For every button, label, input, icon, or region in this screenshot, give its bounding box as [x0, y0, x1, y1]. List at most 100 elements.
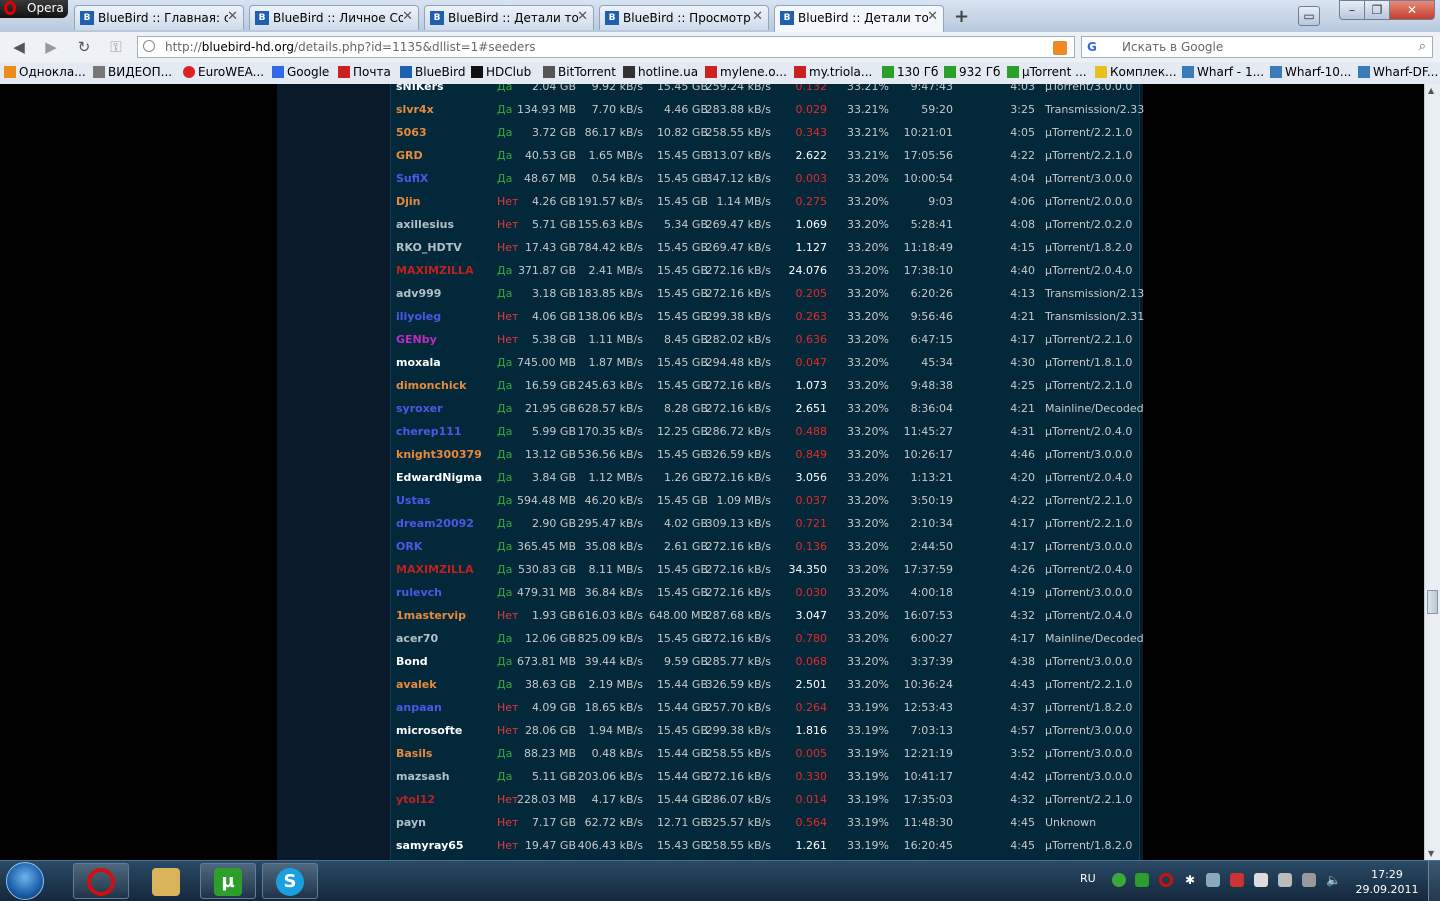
peer-username[interactable]: iliyoleg [396, 310, 441, 323]
bookmark-odnoklassniki[interactable]: Однокла... [4, 65, 86, 79]
peer-username[interactable]: anpaan [396, 701, 442, 714]
bookmark-mylene[interactable]: mylene.o... [705, 65, 787, 79]
peer-username[interactable]: ytol12 [396, 793, 435, 806]
taskbar-explorer[interactable] [138, 863, 194, 899]
bookmark-bluebird[interactable]: BlueBird [400, 65, 465, 79]
restore-button[interactable]: ❐ [1364, 0, 1390, 20]
taskbar-skype[interactable]: S [262, 863, 318, 899]
peer-username[interactable]: 5063 [396, 126, 427, 139]
close-tab-icon[interactable]: ✕ [927, 9, 938, 24]
peer-username[interactable]: ORK [396, 540, 422, 553]
bookmark-wharf-1[interactable]: Wharf - 1... [1182, 65, 1264, 79]
peer-username[interactable]: sNIKers [396, 84, 444, 93]
peer-ratio: 3.047 [795, 609, 828, 622]
tab-3[interactable]: B BlueBird :: Детали тор... ✕ [424, 5, 594, 30]
peer-username[interactable]: adv999 [396, 287, 441, 300]
peer-username[interactable]: slvr4x [396, 103, 434, 116]
close-tab-icon[interactable]: ✕ [752, 9, 763, 24]
tray-opera-icon[interactable] [1159, 873, 1173, 887]
bookmark-komplekt[interactable]: Комплек... [1095, 65, 1177, 79]
system-clock[interactable]: 17:29 29.09.2011 [1352, 867, 1422, 897]
close-tab-icon[interactable]: ✕ [577, 9, 588, 24]
peer-username[interactable]: RKO_HDTV [396, 241, 462, 254]
close-window-button[interactable]: ✕ [1389, 0, 1435, 20]
scroll-thumb[interactable] [1427, 590, 1438, 614]
tab-2[interactable]: B BlueBird :: Личное Соо... ✕ [249, 5, 419, 30]
peer-username[interactable]: payn [396, 816, 426, 829]
forward-arrow-icon[interactable]: ▶ [41, 37, 61, 57]
bookmark-932gb[interactable]: 932 Гб [944, 65, 1000, 79]
bookmark-utorrent[interactable]: µTorrent ... [1007, 65, 1087, 79]
peer-username[interactable]: samyray65 [396, 839, 464, 852]
new-tab-button[interactable]: + [954, 6, 969, 27]
scroll-up-arrow-icon[interactable]: ▲ [1428, 86, 1434, 95]
peer-username[interactable]: Ustas [396, 494, 431, 507]
peer-username[interactable]: avalek [396, 678, 437, 691]
bookmark-wharf-df[interactable]: Wharf-DF... [1358, 65, 1438, 79]
tray-security-icon[interactable] [1230, 873, 1244, 887]
peer-username[interactable]: Basils [396, 747, 432, 760]
peer-username[interactable]: EdwardNigma [396, 471, 482, 484]
close-tab-icon[interactable]: ✕ [227, 9, 238, 24]
peer-username[interactable]: moxala [396, 356, 441, 369]
peer-username[interactable]: 1mastervip [396, 609, 466, 622]
bookmark-bittorrent[interactable]: BitTorrent [543, 65, 616, 79]
peer-username[interactable]: cherep111 [396, 425, 462, 438]
vertical-scrollbar[interactable]: ▲ ▼ [1424, 84, 1440, 860]
peer-username[interactable]: dimonchick [396, 379, 466, 392]
google-engine-icon[interactable]: G [1087, 40, 1097, 54]
peer-username[interactable]: MAXIMZILLA [396, 563, 474, 576]
peer-username[interactable]: microsofte [396, 724, 462, 737]
bookmark-video[interactable]: ВИДЕОП... [93, 65, 172, 79]
tray-monitor-icon[interactable] [1302, 873, 1316, 887]
bookmark-triola[interactable]: my.triola... [794, 65, 872, 79]
taskbar-opera[interactable] [73, 863, 129, 899]
bluetooth-icon[interactable]: ✱ [1183, 873, 1197, 887]
peer-username[interactable]: knight300379 [396, 448, 482, 461]
start-button[interactable] [6, 862, 44, 900]
tray-utorrent-icon[interactable] [1135, 873, 1149, 887]
peer-username[interactable]: rulevch [396, 586, 442, 599]
bookmark-hotline[interactable]: hotline.ua [623, 65, 698, 79]
tray-network-icon[interactable] [1278, 873, 1292, 887]
scroll-down-arrow-icon[interactable]: ▼ [1428, 849, 1434, 858]
rss-feed-icon[interactable] [1053, 41, 1067, 55]
tab-4[interactable]: B BlueBird :: Просмотр п... ✕ [599, 5, 769, 30]
peer-username[interactable]: acer70 [396, 632, 438, 645]
minimize-button[interactable]: – [1339, 0, 1365, 20]
taskbar-utorrent[interactable]: µ [200, 863, 256, 899]
peer-username[interactable]: MAXIMZILLA [396, 264, 474, 277]
bookmark-mail[interactable]: Почта [338, 65, 391, 79]
search-icon[interactable]: ⌕ [1419, 39, 1426, 54]
tray-device-icon[interactable] [1206, 873, 1220, 887]
bookmark-130gb[interactable]: 130 Гб [882, 65, 938, 79]
peer-username[interactable]: GRD [396, 149, 423, 162]
tray-clipboard-icon[interactable] [1254, 873, 1268, 887]
address-field[interactable]: http://bluebird-hd.org/details.php?id=11… [137, 36, 1075, 58]
peer-username[interactable]: SufiX [396, 172, 428, 185]
key-icon[interactable]: ⚿ [106, 37, 126, 57]
peer-username[interactable]: axillesius [396, 218, 454, 231]
trash-icon[interactable]: ▭ [1298, 6, 1320, 26]
peer-username[interactable]: Bond [396, 655, 428, 668]
tab-1[interactable]: B BlueBird :: Главная: ск... ✕ [74, 5, 244, 30]
tray-skype-status-icon[interactable] [1112, 873, 1126, 887]
peer-username[interactable]: syroxer [396, 402, 443, 415]
opera-menu-button[interactable]: Opera [0, 0, 68, 18]
search-field[interactable]: G Искать в Google ⌕ [1081, 36, 1433, 58]
bookmark-hdclub[interactable]: HDClub [471, 65, 531, 79]
peer-username[interactable]: mazsash [396, 770, 450, 783]
peer-username[interactable]: Djin [396, 195, 421, 208]
peer-username[interactable]: dream20092 [396, 517, 474, 530]
reload-icon[interactable]: ↻ [74, 37, 94, 57]
peer-username[interactable]: GENby [396, 333, 437, 346]
bookmark-wharf-10[interactable]: Wharf-10... [1270, 65, 1351, 79]
language-indicator[interactable]: RU [1080, 872, 1096, 885]
bookmark-euroweather[interactable]: EuroWEA... [183, 65, 264, 79]
tab-5-active[interactable]: B BlueBird :: Детали тор... ✕ [774, 5, 944, 32]
close-tab-icon[interactable]: ✕ [402, 9, 413, 24]
volume-icon[interactable]: 🔈 [1326, 873, 1341, 887]
back-arrow-icon[interactable]: ◀ [9, 37, 29, 57]
show-desktop-button[interactable] [1428, 861, 1440, 901]
bookmark-google[interactable]: Google [272, 65, 329, 79]
